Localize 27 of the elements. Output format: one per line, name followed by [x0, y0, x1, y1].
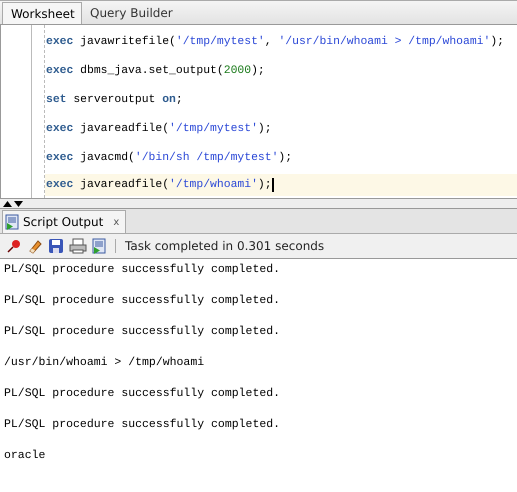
text-caret	[272, 178, 274, 192]
tab-label: Script Output	[23, 215, 104, 229]
output-line: PL/SQL procedure successfully completed.	[4, 418, 282, 432]
code-line: exec dbms_java.set_output(2000);	[45, 64, 266, 78]
code-line: exec javacmd('/bin/sh /tmp/mytest');	[45, 150, 294, 166]
code-line: set serveroutput on;	[45, 92, 184, 108]
tab[interactable]: Query Builder	[82, 2, 181, 24]
output-line: PL/SQL procedure successfully completed.	[4, 294, 282, 308]
splitter-arrows-icon[interactable]	[2, 200, 24, 206]
code-line: exec javawritefile('/tmp/mytest', '/usr/bin/whoami > /tmp/whoami');	[45, 34, 506, 50]
output-line: PL/SQL procedure successfully completed.	[4, 263, 282, 277]
print-icon[interactable]	[69, 238, 87, 254]
script-run-icon	[5, 214, 19, 230]
save-icon[interactable]	[48, 238, 64, 254]
script-output-tab[interactable]: Script Output x	[2, 210, 126, 233]
code-line: exec javareadfile('/tmp/mytest');	[45, 122, 273, 136]
tab[interactable]: Worksheet	[2, 2, 82, 24]
output-line: /usr/bin/whoami > /tmp/whoami	[4, 356, 206, 370]
output-line: PL/SQL procedure successfully completed.	[4, 325, 282, 339]
code-editor[interactable]	[0, 25, 517, 198]
close-icon[interactable]: x	[113, 216, 120, 228]
status-text: Task completed in 0.301 seconds	[125, 239, 324, 253]
output-line: PL/SQL procedure successfully completed.	[4, 387, 282, 401]
script-run-icon[interactable]	[92, 238, 106, 254]
output-line: oracle	[4, 449, 46, 463]
eraser-icon[interactable]	[27, 238, 43, 254]
pushpin-icon[interactable]	[6, 238, 22, 254]
